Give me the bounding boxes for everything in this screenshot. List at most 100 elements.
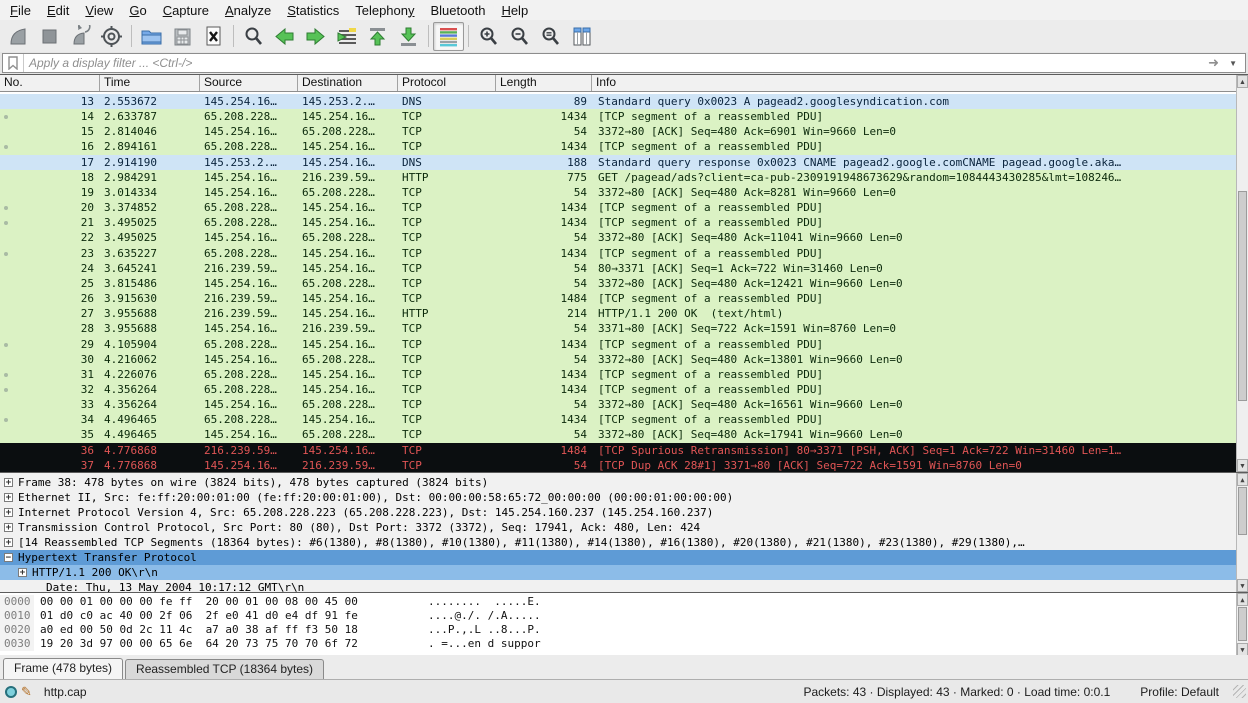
menu-help[interactable]: Help [493, 2, 536, 19]
packet-row[interactable]: 37 4.776868 145.254.16… 216.239.59… TCP … [0, 458, 1237, 473]
find-packet-button[interactable] [238, 22, 269, 51]
go-to-packet-button[interactable] [331, 22, 362, 51]
packet-row[interactable]: 22 3.495025 145.254.16… 65.208.228… TCP … [0, 230, 1237, 245]
bytes-scrollbar[interactable]: ▲ ▼ [1236, 593, 1248, 656]
scrollbar-thumb[interactable] [1238, 487, 1247, 535]
menu-capture[interactable]: Capture [155, 2, 217, 19]
hex-row[interactable]: 0010 01 d0 c0 ac 40 00 2f 06 2f e0 41 d0… [0, 609, 1237, 623]
go-last-button[interactable] [393, 22, 424, 51]
detail-line[interactable]: + HTTP/1.1 200 OK\r\n [0, 565, 1237, 580]
column-header-no[interactable]: No. [0, 75, 100, 91]
hex-row[interactable]: 0000 00 00 01 00 00 00 fe ff 20 00 01 00… [0, 595, 1237, 609]
expander-icon[interactable]: + [4, 538, 13, 547]
zoom-in-button[interactable] [473, 22, 504, 51]
menu-bluetooth[interactable]: Bluetooth [423, 2, 494, 19]
zoom-reset-button[interactable] [535, 22, 566, 51]
packet-row[interactable]: 23 3.635227 65.208.228… 145.254.16… TCP … [0, 246, 1237, 261]
stop-capture-button[interactable] [34, 22, 65, 51]
column-header-time[interactable]: Time [100, 75, 200, 91]
go-first-button[interactable] [362, 22, 393, 51]
detail-line[interactable]: + Transmission Control Protocol, Src Por… [0, 520, 1237, 535]
packet-row[interactable]: 24 3.645241 216.239.59… 145.254.16… TCP … [0, 261, 1237, 276]
packet-list-scrollbar[interactable]: ▲ ▼ [1236, 75, 1248, 472]
start-capture-button[interactable] [3, 22, 34, 51]
packet-row[interactable]: 29 4.105904 65.208.228… 145.254.16… TCP … [0, 337, 1237, 352]
cell-source: 65.208.228… [200, 109, 298, 124]
packet-row[interactable]: 35 4.496465 145.254.16… 65.208.228… TCP … [0, 427, 1237, 442]
column-header-source[interactable]: Source [200, 75, 298, 91]
hex-row[interactable]: 0020 a0 ed 00 50 0d 2c 11 4c a7 a0 38 af… [0, 623, 1237, 637]
packet-row[interactable]: 27 3.955688 216.239.59… 145.254.16… HTTP… [0, 306, 1237, 321]
menu-go[interactable]: Go [121, 2, 154, 19]
save-file-button[interactable] [167, 22, 198, 51]
tab-frame-bytes[interactable]: Frame (478 bytes) [3, 658, 123, 679]
filter-dropdown-caret-icon[interactable]: ▼ [1227, 59, 1245, 68]
open-file-button[interactable] [136, 22, 167, 51]
packet-row[interactable]: 31 4.226076 65.208.228… 145.254.16… TCP … [0, 367, 1237, 382]
column-header-destination[interactable]: Destination [298, 75, 398, 91]
go-forward-button[interactable] [300, 22, 331, 51]
menu-statistics[interactable]: Statistics [279, 2, 347, 19]
capture-options-button[interactable] [96, 22, 127, 51]
menu-analyze[interactable]: Analyze [217, 2, 279, 19]
expander-icon[interactable]: + [4, 478, 13, 487]
menu-edit[interactable]: Edit [39, 2, 77, 19]
column-header-info[interactable]: Info [592, 75, 1248, 91]
scroll-up-icon[interactable]: ▲ [1237, 593, 1248, 606]
go-back-button[interactable] [269, 22, 300, 51]
packet-row[interactable]: 15 2.814046 145.254.16… 65.208.228… TCP … [0, 124, 1237, 139]
packet-row[interactable]: 30 4.216062 145.254.16… 65.208.228… TCP … [0, 352, 1237, 367]
details-scrollbar[interactable]: ▲ ▼ [1236, 473, 1248, 592]
column-header-protocol[interactable]: Protocol [398, 75, 496, 91]
resize-columns-button[interactable] [566, 22, 597, 51]
packet-row[interactable]: 19 3.014334 145.254.16… 65.208.228… TCP … [0, 185, 1237, 200]
packet-row[interactable]: 17 2.914190 145.253.2.… 145.254.16… DNS … [0, 155, 1237, 170]
scroll-up-icon[interactable]: ▲ [1237, 75, 1248, 88]
packet-row[interactable]: 36 4.776868 216.239.59… 145.254.16… TCP … [0, 443, 1237, 458]
filter-bookmark-button[interactable] [3, 54, 24, 72]
scroll-down-icon[interactable]: ▼ [1237, 459, 1248, 472]
scrollbar-thumb[interactable] [1238, 607, 1247, 641]
zoom-out-button[interactable] [504, 22, 535, 51]
menu-view[interactable]: View [77, 2, 121, 19]
packet-row[interactable]: 21 3.495025 65.208.228… 145.254.16… TCP … [0, 215, 1237, 230]
profile-text[interactable]: Profile: Default [1140, 685, 1219, 699]
detail-line[interactable]: + Frame 38: 478 bytes on wire (3824 bits… [0, 475, 1237, 490]
expander-icon[interactable]: + [4, 493, 13, 502]
tab-reassembled-tcp[interactable]: Reassembled TCP (18364 bytes) [125, 659, 324, 679]
hex-row[interactable]: 0030 19 20 3d 97 00 00 65 6e 64 20 73 75… [0, 637, 1237, 651]
detail-line[interactable]: + Ethernet II, Src: fe:ff:20:00:01:00 (f… [0, 490, 1237, 505]
column-header-length[interactable]: Length [496, 75, 592, 91]
scroll-down-icon[interactable]: ▼ [1237, 579, 1248, 592]
colorize-button[interactable] [433, 22, 464, 51]
menu-file[interactable]: File [2, 2, 39, 19]
close-file-button[interactable] [198, 22, 229, 51]
detail-line[interactable]: + Internet Protocol Version 4, Src: 65.2… [0, 505, 1237, 520]
menu-telephony[interactable]: Telephony [347, 2, 422, 19]
expander-icon[interactable]: + [4, 508, 13, 517]
packet-row[interactable]: 32 4.356264 65.208.228… 145.254.16… TCP … [0, 382, 1237, 397]
expander-icon[interactable]: + [18, 568, 27, 577]
apply-filter-arrow-icon[interactable]: ➜ [1200, 55, 1227, 71]
expander-icon[interactable]: + [4, 523, 13, 532]
packet-row[interactable]: 25 3.815486 145.254.16… 65.208.228… TCP … [0, 276, 1237, 291]
expander-icon[interactable]: − [4, 553, 13, 562]
packet-row[interactable]: 34 4.496465 65.208.228… 145.254.16… TCP … [0, 412, 1237, 427]
packet-row[interactable]: 26 3.915630 216.239.59… 145.254.16… TCP … [0, 291, 1237, 306]
packet-row[interactable]: 14 2.633787 65.208.228… 145.254.16… TCP … [0, 109, 1237, 124]
display-filter-input[interactable]: Apply a display filter ... <Ctrl-/> ➜ ▼ [2, 53, 1246, 73]
scrollbar-thumb[interactable] [1238, 191, 1247, 401]
scroll-up-icon[interactable]: ▲ [1237, 473, 1248, 486]
expert-info-icon[interactable] [5, 686, 17, 698]
packet-row[interactable]: 18 2.984291 145.254.16… 216.239.59… HTTP… [0, 170, 1237, 185]
detail-line[interactable]: − Hypertext Transfer Protocol [0, 550, 1237, 565]
packet-row[interactable]: 20 3.374852 65.208.228… 145.254.16… TCP … [0, 200, 1237, 215]
capture-comment-pencil-icon[interactable]: ✎ [21, 684, 32, 700]
restart-capture-button[interactable] [65, 22, 96, 51]
packet-row[interactable]: 13 2.553672 145.254.16… 145.253.2.… DNS … [0, 94, 1237, 109]
detail-line[interactable]: + [14 Reassembled TCP Segments (18364 by… [0, 535, 1237, 550]
packet-row[interactable]: 33 4.356264 145.254.16… 65.208.228… TCP … [0, 397, 1237, 412]
packet-row[interactable]: 28 3.955688 145.254.16… 216.239.59… TCP … [0, 321, 1237, 336]
packet-row[interactable]: 16 2.894161 65.208.228… 145.254.16… TCP … [0, 139, 1237, 154]
resize-grip[interactable] [1233, 685, 1246, 698]
